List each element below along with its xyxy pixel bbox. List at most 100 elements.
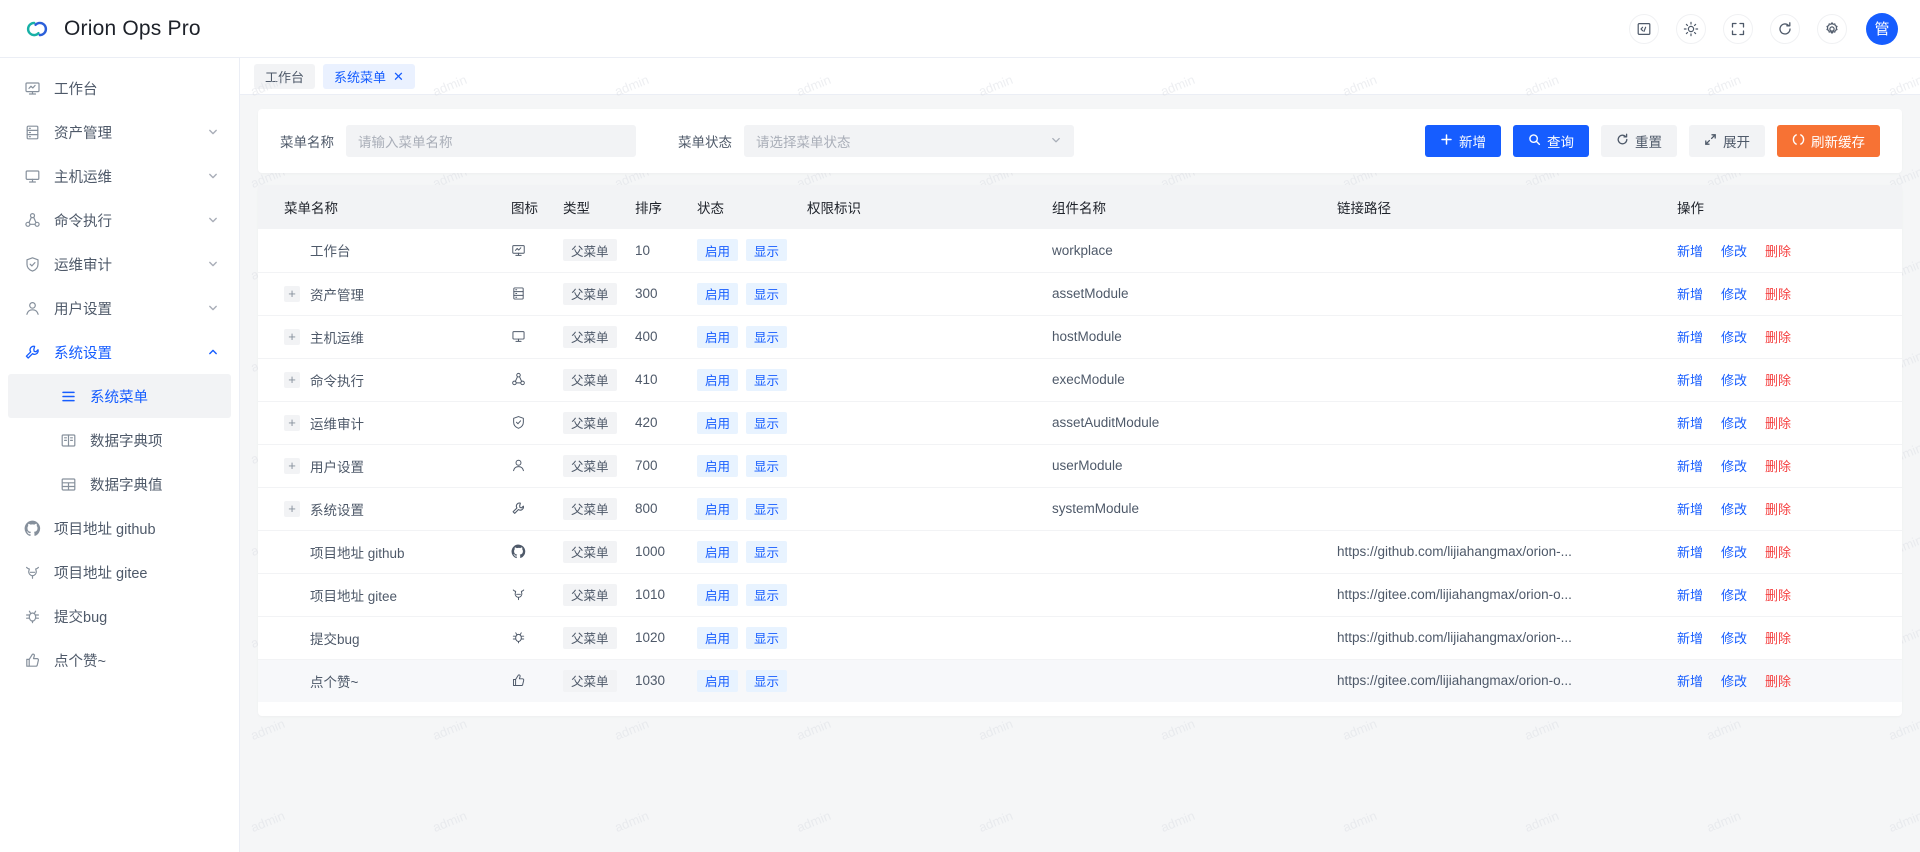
expand-row-icon[interactable]: + xyxy=(284,457,300,474)
close-icon[interactable]: ✕ xyxy=(393,70,404,83)
menu-name-text: 运维审计 xyxy=(310,416,364,432)
row-edit-link[interactable]: 修改 xyxy=(1721,327,1747,346)
sidebar-item-audit[interactable]: 运维审计 xyxy=(0,242,239,286)
row-add-link[interactable]: 新增 xyxy=(1677,542,1703,561)
table-row[interactable]: 点个赞~ 父菜单 1030 启用 显示 https://gitee.com/lijiaha… xyxy=(258,659,1902,702)
user-icon xyxy=(511,458,547,473)
row-delete-link[interactable]: 删除 xyxy=(1765,499,1791,518)
table-row[interactable]: + 命令执行 父菜单 410 启用 显示 execModule 新增 修改 删除 xyxy=(258,358,1902,402)
cell-path xyxy=(1329,444,1669,488)
sidebar-item-system[interactable]: 系统设置 xyxy=(0,330,239,374)
cell-permission xyxy=(799,573,1044,617)
expand-icon xyxy=(1704,133,1717,149)
expand-row-icon[interactable]: + xyxy=(284,500,300,517)
cell-menu-name: 点个赞~ xyxy=(258,659,503,702)
app-root: Orion Ops Pro 管 工作台 资产管理 主机运维 命令执行 运维审计 … xyxy=(0,0,1920,852)
table-row[interactable]: + 资产管理 父菜单 300 启用 显示 assetModule 新增 修改 删除 xyxy=(258,272,1902,316)
row-add-link[interactable]: 新增 xyxy=(1677,456,1703,475)
row-edit-link[interactable]: 修改 xyxy=(1721,542,1747,561)
row-add-link[interactable]: 新增 xyxy=(1677,241,1703,260)
row-edit-link[interactable]: 修改 xyxy=(1721,370,1747,389)
table-row[interactable]: 工作台 父菜单 10 启用 显示 workplace 新增 修改 删除 xyxy=(258,229,1902,273)
row-delete-link[interactable]: 删除 xyxy=(1765,542,1791,561)
table-row[interactable]: 提交bug 父菜单 1020 启用 显示 https://github.com/lijia… xyxy=(258,616,1902,660)
tab-system-menu[interactable]: 系统菜单 ✕ xyxy=(323,63,415,89)
table-header-row: 菜单名称 图标 类型 排序 状态 权限标识 组件名称 链接路径 操作 xyxy=(258,185,1902,229)
table-row[interactable]: 项目地址 github 父菜单 1000 启用 显示 https://github.com… xyxy=(258,530,1902,574)
sidebar-subitem-dict-key[interactable]: 数据字典项 xyxy=(8,418,231,462)
expand-row-icon[interactable]: + xyxy=(284,285,300,302)
table-row[interactable]: + 用户设置 父菜单 700 启用 显示 userModule 新增 修改 删除 xyxy=(258,444,1902,488)
refresh-cache-button[interactable]: 刷新缓存 xyxy=(1777,125,1880,157)
row-delete-link[interactable]: 删除 xyxy=(1765,671,1791,690)
row-edit-link[interactable]: 修改 xyxy=(1721,413,1747,432)
sidebar-item-thumbup[interactable]: 点个赞~ xyxy=(0,638,239,682)
row-delete-link[interactable]: 删除 xyxy=(1765,413,1791,432)
row-add-link[interactable]: 新增 xyxy=(1677,671,1703,690)
sidebar-item-github[interactable]: 项目地址 github xyxy=(0,506,239,550)
row-delete-link[interactable]: 删除 xyxy=(1765,241,1791,260)
col-header-perm: 权限标识 xyxy=(799,185,1044,229)
table-row[interactable]: + 系统设置 父菜单 800 启用 显示 systemModule 新增 修改 删除 xyxy=(258,487,1902,531)
row-add-link[interactable]: 新增 xyxy=(1677,284,1703,303)
row-add-link[interactable]: 新增 xyxy=(1677,413,1703,432)
menu-status-select[interactable]: 请选择菜单状态 xyxy=(744,125,1074,157)
row-edit-link[interactable]: 修改 xyxy=(1721,241,1747,260)
row-delete-link[interactable]: 删除 xyxy=(1765,284,1791,303)
table-row[interactable]: 项目地址 gitee 父菜单 1010 启用 显示 https://gitee.com/l… xyxy=(258,573,1902,617)
query-button[interactable]: 查询 xyxy=(1513,125,1589,157)
col-header-status: 状态 xyxy=(689,185,799,229)
table-row[interactable]: + 运维审计 父菜单 420 启用 显示 assetAuditModule 新增 修改 删除 xyxy=(258,401,1902,445)
row-add-link[interactable]: 新增 xyxy=(1677,499,1703,518)
avatar[interactable]: 管 xyxy=(1866,12,1898,45)
row-delete-link[interactable]: 删除 xyxy=(1765,370,1791,389)
menu-name-input[interactable]: 请输入菜单名称 xyxy=(346,125,636,157)
reset-button[interactable]: 重置 xyxy=(1601,125,1677,157)
expand-row-icon[interactable]: + xyxy=(284,328,300,345)
row-add-link[interactable]: 新增 xyxy=(1677,370,1703,389)
sidebar-item-exec[interactable]: 命令执行 xyxy=(0,198,239,242)
cell-component: hostModule xyxy=(1044,315,1329,359)
code-icon[interactable] xyxy=(1629,13,1659,44)
sidebar-subitem-system-menu[interactable]: 系统菜单 xyxy=(8,374,231,418)
row-delete-link[interactable]: 删除 xyxy=(1765,456,1791,475)
tab-workbench[interactable]: 工作台 xyxy=(254,63,316,89)
row-add-link[interactable]: 新增 xyxy=(1677,628,1703,647)
gear-icon[interactable] xyxy=(1817,13,1847,44)
sidebar-item-gitee[interactable]: 项目地址 gitee xyxy=(0,550,239,594)
sidebar-item-user[interactable]: 用户设置 xyxy=(0,286,239,330)
row-delete-link[interactable]: 删除 xyxy=(1765,628,1791,647)
exec-icon xyxy=(24,212,41,229)
brightness-icon[interactable] xyxy=(1676,13,1706,44)
row-add-link[interactable]: 新增 xyxy=(1677,585,1703,604)
fullscreen-icon[interactable] xyxy=(1723,13,1753,44)
cell-path xyxy=(1329,272,1669,316)
expand-button[interactable]: 展开 xyxy=(1689,125,1765,157)
sidebar-item-host[interactable]: 主机运维 xyxy=(0,154,239,198)
cell-order: 410 xyxy=(627,358,689,402)
cell-type: 父菜单 xyxy=(555,444,627,488)
refresh-icon[interactable] xyxy=(1770,13,1800,44)
row-edit-link[interactable]: 修改 xyxy=(1721,456,1747,475)
sidebar-subitem-dict-value[interactable]: 数据字典值 xyxy=(8,462,231,506)
row-delete-link[interactable]: 删除 xyxy=(1765,327,1791,346)
row-delete-link[interactable]: 删除 xyxy=(1765,585,1791,604)
sidebar-item-asset[interactable]: 资产管理 xyxy=(0,110,239,154)
workbench-icon xyxy=(511,243,547,258)
brand[interactable]: Orion Ops Pro xyxy=(22,14,201,44)
sidebar-item-workbench[interactable]: 工作台 xyxy=(0,66,239,110)
row-edit-link[interactable]: 修改 xyxy=(1721,585,1747,604)
table-row[interactable]: + 主机运维 父菜单 400 启用 显示 hostModule 新增 修改 删除 xyxy=(258,315,1902,359)
cell-operations: 新增 修改 删除 xyxy=(1669,401,1902,445)
row-edit-link[interactable]: 修改 xyxy=(1721,671,1747,690)
cell-permission xyxy=(799,315,1044,359)
row-edit-link[interactable]: 修改 xyxy=(1721,499,1747,518)
sidebar-item-bug[interactable]: 提交bug xyxy=(0,594,239,638)
sidebar-item-label: 工作台 xyxy=(54,81,98,98)
row-edit-link[interactable]: 修改 xyxy=(1721,284,1747,303)
expand-row-icon[interactable]: + xyxy=(284,414,300,431)
row-edit-link[interactable]: 修改 xyxy=(1721,628,1747,647)
expand-row-icon[interactable]: + xyxy=(284,371,300,388)
add-button[interactable]: 新增 xyxy=(1425,125,1501,157)
row-add-link[interactable]: 新增 xyxy=(1677,327,1703,346)
